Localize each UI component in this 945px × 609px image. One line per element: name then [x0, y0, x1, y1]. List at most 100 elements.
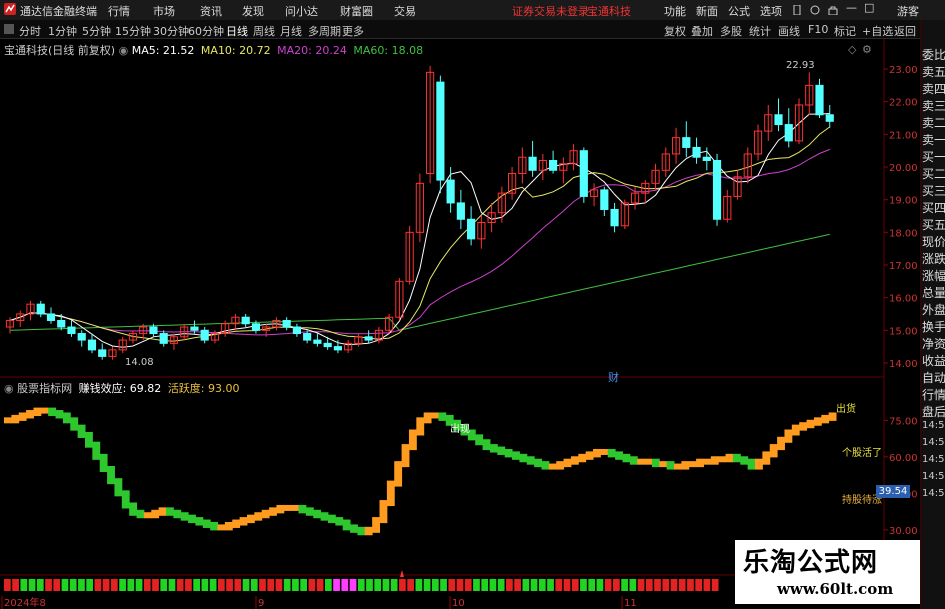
signal-cell: [415, 579, 423, 591]
signal-cell: [645, 579, 653, 591]
tool-f10[interactable]: F10: [808, 23, 828, 36]
signal-cell: [374, 579, 382, 591]
menu-item-function[interactable]: 功能: [664, 3, 686, 19]
login-warning[interactable]: 证券交易未登录: [512, 3, 589, 19]
signal-cell: [61, 579, 69, 591]
financial-event-marker[interactable]: 财: [608, 369, 619, 385]
signal-cell: [12, 579, 19, 591]
chart-settings-icon[interactable]: ◇: [848, 43, 856, 56]
signal-cell: [234, 579, 242, 591]
indicator-step: [703, 458, 712, 465]
period-60min[interactable]: 60分钟: [188, 23, 224, 39]
ma60-label: MA60: 18.08: [353, 44, 424, 57]
signal-cell: [349, 579, 357, 591]
indicator-step: [224, 521, 233, 531]
indicator-step: [769, 444, 778, 458]
candle-body: [77, 333, 86, 341]
period-more[interactable]: 更多: [342, 23, 364, 39]
tool-adjust[interactable]: 复权: [664, 23, 686, 39]
indicator-step: [386, 480, 395, 507]
menu-item-new-page[interactable]: 新面: [696, 3, 718, 19]
price-tick-label: 20.00: [889, 163, 918, 174]
low-price-label: 14.08: [125, 357, 154, 368]
price-tick-label: 15.00: [889, 326, 918, 337]
menu-item-ask[interactable]: 问小达: [285, 3, 318, 19]
menu-item-wealth[interactable]: 财富圈: [340, 3, 373, 19]
signal-cell: [703, 579, 711, 591]
maximize-icon[interactable]: □: [864, 1, 874, 14]
tool-mark[interactable]: 标记: [834, 23, 856, 39]
menu-item-exchange[interactable]: 市场: [153, 3, 175, 19]
phone-icon[interactable]: [792, 4, 802, 18]
side-panel-label: 自动: [922, 371, 945, 385]
indicator-step: [77, 424, 86, 438]
chart-gear-icon[interactable]: ⚙: [862, 43, 872, 56]
signal-cell: [464, 579, 472, 591]
indicator-step: [151, 509, 160, 519]
signal-cell: [94, 579, 102, 591]
indicator-step: [283, 504, 292, 511]
lock-icon[interactable]: [828, 5, 838, 18]
skin-icon[interactable]: [810, 5, 820, 18]
signal-cell: [333, 579, 340, 591]
period-multi[interactable]: 多周期: [308, 23, 341, 39]
signal-cell: [497, 579, 505, 591]
user-label[interactable]: 游客: [897, 3, 919, 19]
menu-item-news[interactable]: 资讯: [200, 3, 222, 19]
indicator-step: [48, 407, 57, 417]
signal-cell: [110, 579, 118, 591]
signal-cell: [283, 579, 291, 591]
chart-mode-icon[interactable]: [4, 24, 14, 37]
indicator-step: [504, 448, 513, 458]
back-button[interactable]: 返回: [894, 23, 916, 39]
candle-body: [323, 342, 332, 348]
candle-body: [528, 156, 537, 171]
tool-draw[interactable]: 画线: [778, 23, 800, 39]
indicator-step: [497, 446, 506, 455]
side-panel-label: 买三: [922, 184, 945, 198]
menu-bar: 通达信金融终端 行情 市场 资讯 发现 问小达 财富圈 交易 证券交易未登录 宝…: [0, 0, 945, 21]
menu-item-trade[interactable]: 交易: [394, 3, 416, 19]
signal-cell: [613, 579, 620, 591]
indicator-step: [143, 512, 152, 519]
period-15min[interactable]: 15分钟: [115, 23, 151, 39]
signal-cell: [711, 579, 719, 591]
signal-cell: [275, 579, 283, 591]
indicator-step: [165, 507, 174, 516]
tool-multi-stock[interactable]: 多股: [720, 23, 742, 39]
indicator-dot-icon[interactable]: ◉: [4, 382, 14, 395]
tool-stats[interactable]: 统计: [749, 23, 771, 39]
candle-body: [36, 303, 45, 315]
indicator-step: [534, 458, 542, 468]
signal-arrow: [400, 570, 404, 577]
menu-item-formula[interactable]: 公式: [728, 3, 750, 19]
signal-cell: [341, 579, 349, 591]
candle-body: [579, 150, 588, 197]
settings-dot-icon[interactable]: ◉: [119, 44, 129, 57]
period-monthly[interactable]: 月线: [280, 23, 302, 39]
period-weekly[interactable]: 周线: [253, 23, 275, 39]
period-intraday[interactable]: 分时: [19, 23, 41, 39]
signal-cell: [53, 579, 61, 591]
annotation-sell: 出货: [836, 404, 856, 415]
indicator-current-value-badge: 39.54: [876, 485, 910, 498]
indicator-step: [114, 478, 123, 497]
menu-item-options[interactable]: 选项: [760, 3, 782, 19]
period-5min[interactable]: 5分钟: [82, 23, 111, 39]
tool-overlay[interactable]: 叠加: [691, 23, 713, 39]
watermark: 乐淘公式网 www.60lt.com: [735, 540, 920, 604]
signal-cell: [580, 579, 587, 591]
period-30min[interactable]: 30分钟: [153, 23, 189, 39]
minimize-icon[interactable]: —: [846, 1, 857, 14]
period-1min[interactable]: 1分钟: [48, 23, 77, 39]
menu-item-market[interactable]: 行情: [108, 3, 130, 19]
side-panel-label: 买四: [922, 201, 945, 215]
period-daily[interactable]: 日线: [226, 23, 248, 39]
menu-item-discover[interactable]: 发现: [242, 3, 264, 19]
add-watchlist-button[interactable]: +自选: [862, 23, 893, 39]
signal-cell: [242, 579, 250, 591]
signal-cell: [176, 579, 184, 591]
indicator-step: [570, 456, 579, 465]
indicator-step: [512, 451, 520, 460]
indicator-step: [725, 453, 734, 463]
